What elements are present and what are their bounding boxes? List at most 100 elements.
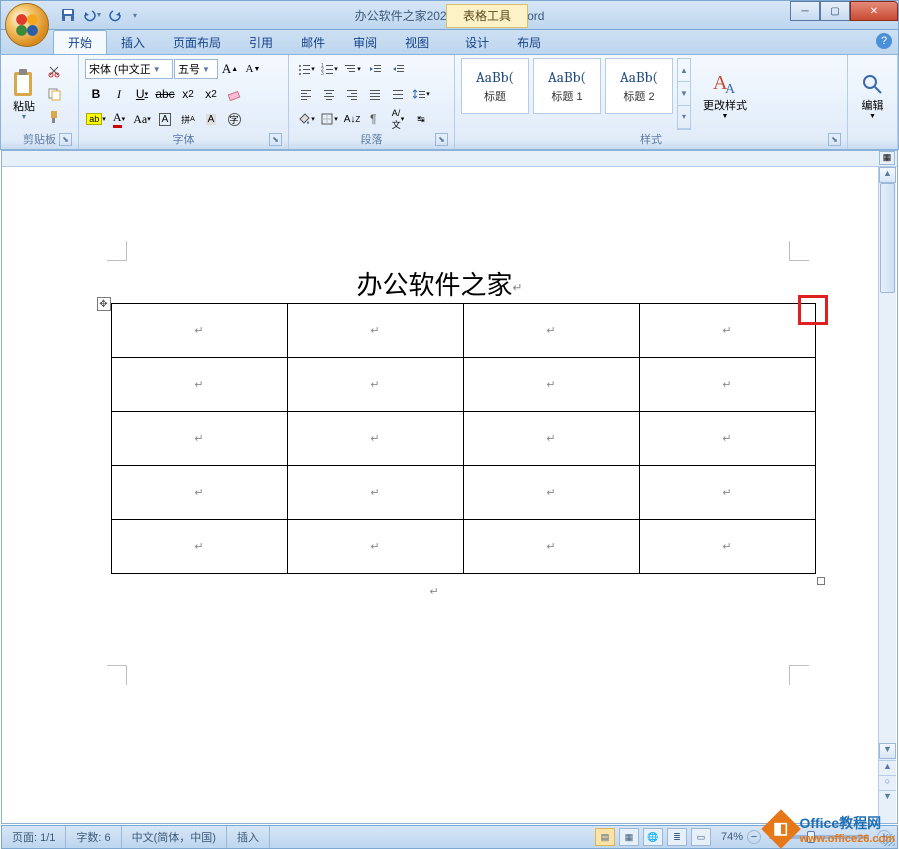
style-down[interactable]: ▼ <box>678 82 690 105</box>
view-fullscreen[interactable]: ▦ <box>619 828 639 846</box>
table-cell[interactable]: ↵ <box>463 358 639 412</box>
table-cell[interactable]: ↵ <box>463 304 639 358</box>
bullets-button[interactable]: ▾ <box>295 58 317 80</box>
asian-layout-button[interactable]: A/文▾ <box>387 108 409 130</box>
char-shading-button[interactable]: A <box>200 108 222 130</box>
subscript-button[interactable]: x2 <box>177 83 199 105</box>
style-item-1[interactable]: AaBb(标题 1 <box>533 58 601 114</box>
tab-layout[interactable]: 布局 <box>503 31 555 54</box>
paste-button[interactable]: 粘贴 ▼ <box>7 58 41 130</box>
view-print-layout[interactable]: ▤ <box>595 828 615 846</box>
justify-button[interactable] <box>364 83 386 105</box>
scroll-down[interactable]: ▼ <box>879 743 896 759</box>
redo-button[interactable] <box>105 4 127 26</box>
status-page[interactable]: 页面: 1/1 <box>2 826 66 848</box>
table-cell[interactable]: ↵ <box>463 466 639 520</box>
help-button[interactable]: ? <box>876 33 892 49</box>
table-cell[interactable]: ↵ <box>287 520 463 574</box>
table-cell[interactable]: ↵ <box>111 304 287 358</box>
snap-button[interactable]: ↹ <box>410 108 432 130</box>
copy-button[interactable] <box>43 83 65 105</box>
table-cell[interactable]: ↵ <box>639 466 815 520</box>
undo-button[interactable]: ▼ <box>81 4 103 26</box>
next-page[interactable]: ▼ <box>879 790 896 805</box>
save-button[interactable] <box>57 4 79 26</box>
minimize-button[interactable]: ─ <box>790 1 820 21</box>
highlight-button[interactable]: ab▾ <box>85 108 107 130</box>
superscript-button[interactable]: x2 <box>200 83 222 105</box>
tab-mailings[interactable]: 邮件 <box>287 31 339 54</box>
table-cell[interactable]: ↵ <box>463 412 639 466</box>
table-cell[interactable]: ↵ <box>639 412 815 466</box>
close-button[interactable]: ✕ <box>850 1 898 21</box>
table-cell[interactable]: ↵ <box>111 520 287 574</box>
style-item-0[interactable]: AaBb(标题 <box>461 58 529 114</box>
tab-home[interactable]: 开始 <box>53 30 107 54</box>
change-case-button[interactable]: Aa▾ <box>131 108 153 130</box>
tab-references[interactable]: 引用 <box>235 31 287 54</box>
align-left-button[interactable] <box>295 83 317 105</box>
prev-page[interactable]: ▲ <box>879 760 896 775</box>
status-mode[interactable]: 插入 <box>227 826 270 848</box>
phonetic-button[interactable]: 拼A <box>177 108 199 130</box>
styles-launcher[interactable]: ⬊ <box>828 133 841 146</box>
font-name-combo[interactable]: 宋体 (中文正▼ <box>85 59 173 79</box>
tab-insert[interactable]: 插入 <box>107 31 159 54</box>
table-cell[interactable]: ↵ <box>111 358 287 412</box>
document-heading[interactable]: 办公软件之家↵ <box>35 265 845 302</box>
clipboard-launcher[interactable]: ⬊ <box>59 133 72 146</box>
view-draft[interactable]: ▭ <box>691 828 711 846</box>
table-cell[interactable]: ↵ <box>287 304 463 358</box>
document-table[interactable]: ↵↵↵↵ ↵↵↵↵ ↵↵↵↵ ↵↵↵↵ ↵↵↵↵ <box>111 303 816 574</box>
shrink-font-button[interactable]: A▼ <box>242 58 264 80</box>
scroll-thumb[interactable] <box>880 183 895 293</box>
align-right-button[interactable] <box>341 83 363 105</box>
select-browse[interactable]: ○ <box>879 775 896 790</box>
table-cell[interactable]: ↵ <box>287 412 463 466</box>
underline-button[interactable]: U▾ <box>131 83 153 105</box>
tab-view[interactable]: 视图 <box>391 31 443 54</box>
style-up[interactable]: ▲ <box>678 59 690 82</box>
show-marks-button[interactable]: ¶ <box>364 108 386 130</box>
office-button[interactable] <box>5 3 49 47</box>
status-words[interactable]: 字数: 6 <box>66 826 121 848</box>
clear-format-button[interactable] <box>223 83 245 105</box>
bold-button[interactable]: B <box>85 83 107 105</box>
increase-indent-button[interactable] <box>387 58 409 80</box>
numbering-button[interactable]: 123▾ <box>318 58 340 80</box>
zoom-out[interactable]: − <box>747 830 761 844</box>
table-cell[interactable]: ↵ <box>639 358 815 412</box>
change-styles-button[interactable]: AA 更改样式▼ <box>699 58 751 130</box>
enclose-char-button[interactable]: 字 <box>223 108 245 130</box>
document-scroll[interactable]: 办公软件之家↵ ✥ ↵↵↵↵ ↵↵↵↵ ↵↵↵↵ ↵↵↵↵ ↵↵↵↵ ↵ <box>2 167 877 823</box>
editing-button[interactable]: 编辑▼ <box>857 58 889 134</box>
shading-button[interactable]: ▾ <box>295 108 317 130</box>
format-painter-button[interactable] <box>43 106 65 128</box>
zoom-level[interactable]: 74% <box>721 831 743 843</box>
strike-button[interactable]: abc <box>154 83 176 105</box>
tab-design[interactable]: 设计 <box>451 31 503 54</box>
table-resize-handle[interactable] <box>817 577 825 585</box>
table-cell[interactable]: ↵ <box>639 304 815 358</box>
tab-review[interactable]: 审阅 <box>339 31 391 54</box>
ruler-toggle[interactable]: ▦ <box>879 151 895 165</box>
font-launcher[interactable]: ⬊ <box>269 133 282 146</box>
decrease-indent-button[interactable] <box>364 58 386 80</box>
style-more[interactable]: ▾ <box>678 106 690 129</box>
table-cell[interactable]: ↵ <box>463 520 639 574</box>
cut-button[interactable] <box>43 60 65 82</box>
char-border-button[interactable]: A <box>154 108 176 130</box>
italic-button[interactable]: I <box>108 83 130 105</box>
qat-customize[interactable]: ▾ <box>129 4 141 26</box>
font-color-button[interactable]: A▾ <box>108 108 130 130</box>
table-move-handle[interactable]: ✥ <box>97 297 111 311</box>
tab-pagelayout[interactable]: 页面布局 <box>159 31 235 54</box>
line-spacing-button[interactable]: ▾ <box>410 83 432 105</box>
vertical-scrollbar[interactable]: ▲ ▲ ○ ▼ ▼ <box>878 167 896 823</box>
table-cell[interactable]: ↵ <box>287 358 463 412</box>
font-size-combo[interactable]: 五号▼ <box>174 59 218 79</box>
multilevel-button[interactable]: ▾ <box>341 58 363 80</box>
style-item-2[interactable]: AaBb(标题 2 <box>605 58 673 114</box>
view-web[interactable]: 🌐 <box>643 828 663 846</box>
table-cell[interactable]: ↵ <box>287 466 463 520</box>
